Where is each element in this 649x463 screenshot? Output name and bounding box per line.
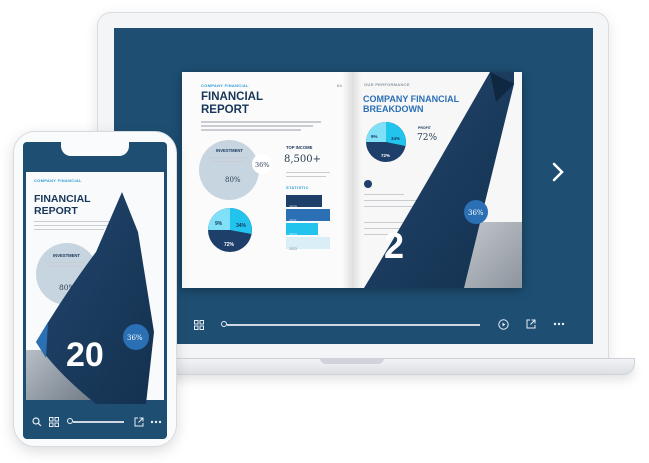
progress-track[interactable] <box>227 324 480 326</box>
phone-page-curl: 20 36% <box>36 192 154 404</box>
bar: 2023 <box>286 237 330 251</box>
text-line <box>201 129 301 131</box>
pie-label: 72% <box>224 242 235 248</box>
title-line: REPORT <box>201 104 249 116</box>
curl-number: 20 <box>66 336 104 374</box>
search-icon[interactable] <box>32 417 42 429</box>
flipbook-spread[interactable]: COMPANY FINANCIAL 04 FINANCIAL REPORT IN… <box>182 72 522 288</box>
bar: 2022 <box>286 223 318 237</box>
statistic-label: STATISTIC <box>286 185 309 190</box>
page-curl: 2 36% <box>364 72 514 288</box>
text-line <box>286 172 330 173</box>
title-line: FINANCIAL <box>201 91 263 103</box>
pie-label: 34% <box>236 223 247 229</box>
left-page-title: FINANCIAL REPORT <box>201 91 263 117</box>
text-line <box>201 121 321 123</box>
play-icon[interactable] <box>498 319 509 332</box>
bar: 2020 <box>286 195 322 209</box>
text-line <box>201 125 313 127</box>
text-line <box>286 176 326 177</box>
income-value: 8,500+ <box>284 154 322 165</box>
curl-accent <box>36 322 48 358</box>
progress-track[interactable] <box>73 421 124 423</box>
pie-label: 9% <box>215 221 223 227</box>
bubble-small-value: 36% <box>255 161 270 169</box>
investment-value: 80% <box>225 176 241 184</box>
income-label: TOP INCOME <box>286 145 313 150</box>
share-icon[interactable] <box>134 417 144 429</box>
curl-number: 2 <box>384 225 404 266</box>
more-icon[interactable] <box>553 320 565 330</box>
grid-icon[interactable] <box>49 417 59 429</box>
chevron-right-icon[interactable] <box>551 162 567 182</box>
investment-label: INVESTMENT <box>216 148 243 153</box>
grid-icon[interactable] <box>194 320 204 332</box>
left-page-header: COMPANY FINANCIAL <box>201 83 249 88</box>
share-icon[interactable] <box>526 319 536 331</box>
text-line <box>212 161 244 162</box>
bar-label: 2023 <box>289 247 297 251</box>
pie-chart: 9% 34% 72% <box>208 208 252 252</box>
left-page: COMPANY FINANCIAL 04 FINANCIAL REPORT IN… <box>182 72 352 288</box>
phone-notch <box>61 140 129 156</box>
text-line <box>210 157 246 158</box>
laptop-notch <box>320 358 384 364</box>
book-gutter <box>342 72 362 288</box>
more-icon[interactable] <box>150 418 162 428</box>
badge-label: 36% <box>127 334 143 342</box>
bar: 2021 <box>286 209 330 223</box>
pie-slice <box>230 208 252 234</box>
badge-label: 36% <box>468 209 484 217</box>
